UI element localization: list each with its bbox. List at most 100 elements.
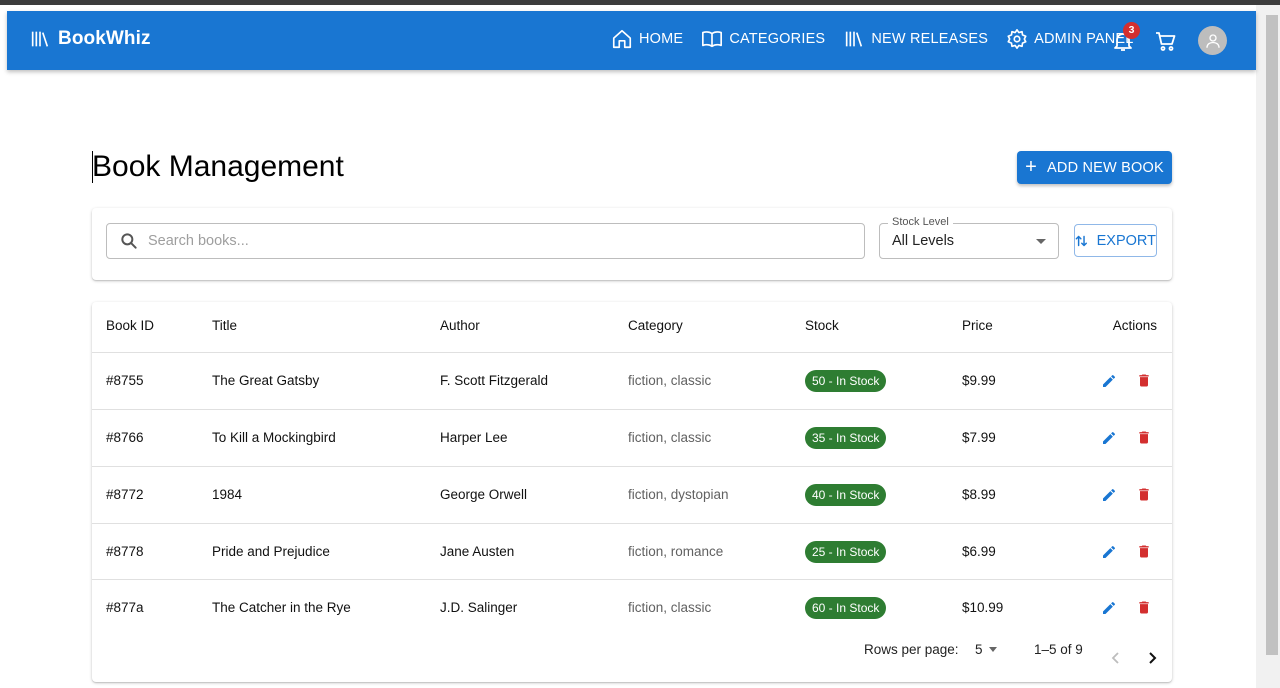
cell-price: $6.99 bbox=[962, 544, 996, 559]
cell-category: fiction, romance bbox=[628, 544, 724, 559]
nav-home[interactable]: HOME bbox=[611, 28, 683, 50]
edit-icon[interactable] bbox=[1101, 430, 1117, 446]
cell-title: The Great Gatsby bbox=[212, 373, 320, 388]
export-label: EXPORT bbox=[1096, 232, 1156, 249]
cell-title: Pride and Prejudice bbox=[212, 544, 330, 559]
stock-chip: 25 - In Stock bbox=[805, 541, 887, 563]
cell-book-id: #8778 bbox=[106, 544, 144, 559]
app-bar: BookWhiz HOME CATEGORIES NEW RELEASES AD… bbox=[7, 11, 1256, 70]
rows-per-page-select[interactable]: 5 bbox=[975, 642, 997, 657]
add-new-book-button[interactable]: + ADD NEW BOOK bbox=[1017, 151, 1172, 184]
table-row[interactable]: #877a The Catcher in the Rye J.D. Saling… bbox=[92, 579, 1172, 636]
cell-price: $7.99 bbox=[962, 430, 996, 445]
cell-price: $10.99 bbox=[962, 600, 1004, 615]
search-input[interactable] bbox=[148, 233, 828, 249]
cell-book-id: #877a bbox=[106, 600, 144, 615]
stock-level-label: Stock Level bbox=[888, 216, 953, 228]
import-export-icon bbox=[1075, 235, 1088, 246]
cell-book-id: #8766 bbox=[106, 430, 144, 445]
brand[interactable]: BookWhiz bbox=[29, 28, 151, 50]
filter-card: Stock Level All Levels EXPORT bbox=[92, 208, 1172, 280]
stock-level-value: All Levels bbox=[892, 233, 955, 249]
edit-icon[interactable] bbox=[1101, 600, 1117, 616]
pagination-range: 1–5 of 9 bbox=[1034, 642, 1083, 657]
window-top-strip bbox=[0, 0, 1280, 5]
edit-icon[interactable] bbox=[1101, 487, 1117, 503]
cart-icon bbox=[1156, 32, 1176, 51]
cell-book-id: #8772 bbox=[106, 487, 144, 502]
stock-chip: 60 - In Stock bbox=[805, 597, 887, 619]
main-nav: HOME CATEGORIES NEW RELEASES ADMIN PANEL bbox=[611, 28, 1152, 50]
text-caret bbox=[92, 151, 93, 183]
header-title[interactable]: Title bbox=[212, 318, 237, 333]
cell-author: Harper Lee bbox=[440, 430, 508, 445]
edit-icon[interactable] bbox=[1101, 544, 1117, 560]
cart-button[interactable] bbox=[1154, 29, 1178, 53]
cell-price: $8.99 bbox=[962, 487, 996, 502]
cell-category: fiction, classic bbox=[628, 600, 712, 615]
books-table: Book ID Title Author Category Stock Pric… bbox=[92, 302, 1172, 682]
header-category[interactable]: Category bbox=[628, 318, 683, 333]
stock-chip: 35 - In Stock bbox=[805, 427, 887, 449]
export-button[interactable]: EXPORT bbox=[1074, 224, 1157, 257]
chevron-right-icon[interactable] bbox=[1145, 651, 1159, 665]
cell-author: George Orwell bbox=[440, 487, 528, 502]
edit-icon[interactable] bbox=[1101, 373, 1117, 389]
cell-title: 1984 bbox=[212, 487, 243, 502]
delete-icon[interactable] bbox=[1136, 429, 1152, 446]
search-icon bbox=[121, 233, 137, 249]
cell-book-id: #8755 bbox=[106, 373, 144, 388]
header-stock[interactable]: Stock bbox=[805, 318, 839, 333]
header-actions: Actions bbox=[1112, 318, 1157, 333]
scrollbar[interactable] bbox=[1256, 5, 1280, 688]
cell-title: The Catcher in the Rye bbox=[212, 600, 351, 615]
nav-categories-label: CATEGORIES bbox=[729, 31, 826, 47]
rows-per-page-label: Rows per page: bbox=[864, 642, 959, 657]
nav-new-releases-label: NEW RELEASES bbox=[871, 31, 989, 47]
plus-icon: + bbox=[1025, 155, 1038, 178]
user-avatar[interactable] bbox=[1198, 26, 1227, 55]
notification-badge: 3 bbox=[1123, 22, 1140, 39]
library-icon bbox=[31, 31, 49, 47]
book-open-icon bbox=[702, 31, 723, 48]
home-icon bbox=[612, 29, 632, 49]
stock-chip: 40 - In Stock bbox=[805, 484, 887, 506]
header-price[interactable]: Price bbox=[962, 318, 993, 333]
scrollbar-thumb[interactable] bbox=[1266, 15, 1278, 655]
cell-price: $9.99 bbox=[962, 373, 996, 388]
library-icon bbox=[846, 31, 863, 47]
table-row[interactable]: #8755 The Great Gatsby F. Scott Fitzgera… bbox=[92, 352, 1172, 409]
table-row[interactable]: #8778 Pride and Prejudice Jane Austen fi… bbox=[92, 523, 1172, 580]
page-title: Book Management bbox=[92, 150, 344, 183]
nav-categories[interactable]: CATEGORIES bbox=[701, 28, 825, 50]
cell-category: fiction, classic bbox=[628, 430, 712, 445]
delete-icon[interactable] bbox=[1136, 486, 1152, 503]
brand-name: BookWhiz bbox=[58, 28, 151, 49]
delete-icon[interactable] bbox=[1136, 543, 1152, 560]
header-book-id[interactable]: Book ID bbox=[106, 318, 154, 333]
cell-category: fiction, classic bbox=[628, 373, 712, 388]
nav-new-releases[interactable]: NEW RELEASES bbox=[843, 28, 988, 50]
delete-icon[interactable] bbox=[1136, 372, 1152, 389]
chevron-left-icon[interactable] bbox=[1109, 651, 1123, 665]
dropdown-arrow-icon bbox=[988, 647, 997, 652]
stock-level-select[interactable]: Stock Level All Levels bbox=[879, 216, 1059, 259]
table-row[interactable]: #8772 1984 George Orwell fiction, dystop… bbox=[92, 466, 1172, 523]
cell-author: Jane Austen bbox=[440, 544, 515, 559]
stock-chip: 50 - In Stock bbox=[805, 370, 887, 392]
search-field[interactable] bbox=[106, 223, 865, 259]
delete-icon[interactable] bbox=[1136, 599, 1152, 616]
nav-home-label: HOME bbox=[639, 31, 684, 47]
cell-title: To Kill a Mockingbird bbox=[212, 430, 336, 445]
add-new-book-label: ADD NEW BOOK bbox=[1047, 159, 1164, 176]
dropdown-arrow-icon bbox=[1036, 239, 1046, 244]
notifications-button[interactable]: 3 bbox=[1111, 22, 1140, 53]
rows-per-page-value: 5 bbox=[975, 642, 983, 657]
table-row[interactable]: #8766 To Kill a Mockingbird Harper Lee f… bbox=[92, 409, 1172, 466]
cell-category: fiction, dystopian bbox=[628, 487, 729, 502]
cell-author: F. Scott Fitzgerald bbox=[440, 373, 549, 388]
user-icon bbox=[1205, 33, 1220, 48]
header-author[interactable]: Author bbox=[440, 318, 480, 333]
cell-author: J.D. Salinger bbox=[440, 600, 518, 615]
gear-icon bbox=[1007, 29, 1027, 49]
